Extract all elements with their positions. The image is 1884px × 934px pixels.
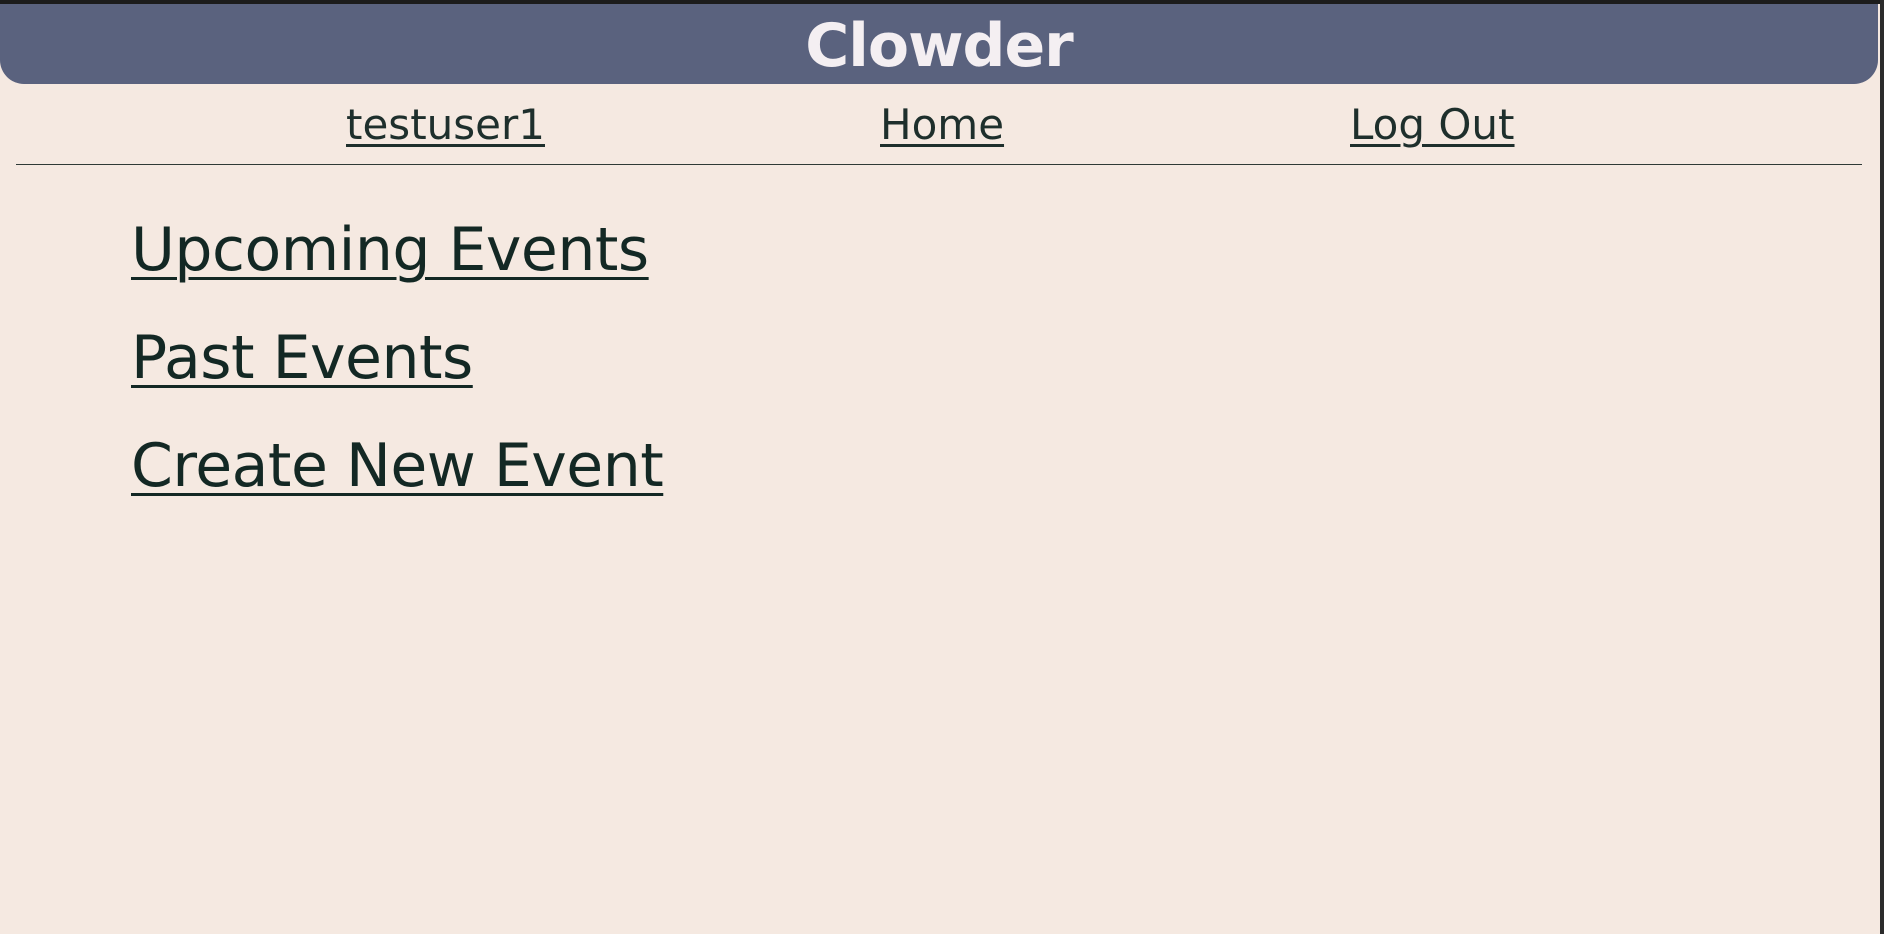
app-window: Clowder testuser1 Home Log Out Upcoming … bbox=[0, 0, 1880, 934]
app-title: Clowder bbox=[805, 11, 1073, 81]
nav-logout-link[interactable]: Log Out bbox=[1350, 100, 1515, 150]
nav-home-link[interactable]: Home bbox=[880, 100, 1004, 150]
create-new-event-link[interactable]: Create New Event bbox=[131, 436, 664, 496]
top-nav: testuser1 Home Log Out bbox=[16, 86, 1862, 165]
past-events-link[interactable]: Past Events bbox=[131, 328, 663, 388]
app-header: Clowder bbox=[0, 4, 1878, 84]
upcoming-events-link[interactable]: Upcoming Events bbox=[131, 220, 663, 280]
nav-user-link[interactable]: testuser1 bbox=[346, 100, 545, 150]
window-edge bbox=[1880, 0, 1884, 934]
event-menu: Upcoming Events Past Events Create New E… bbox=[131, 220, 664, 544]
